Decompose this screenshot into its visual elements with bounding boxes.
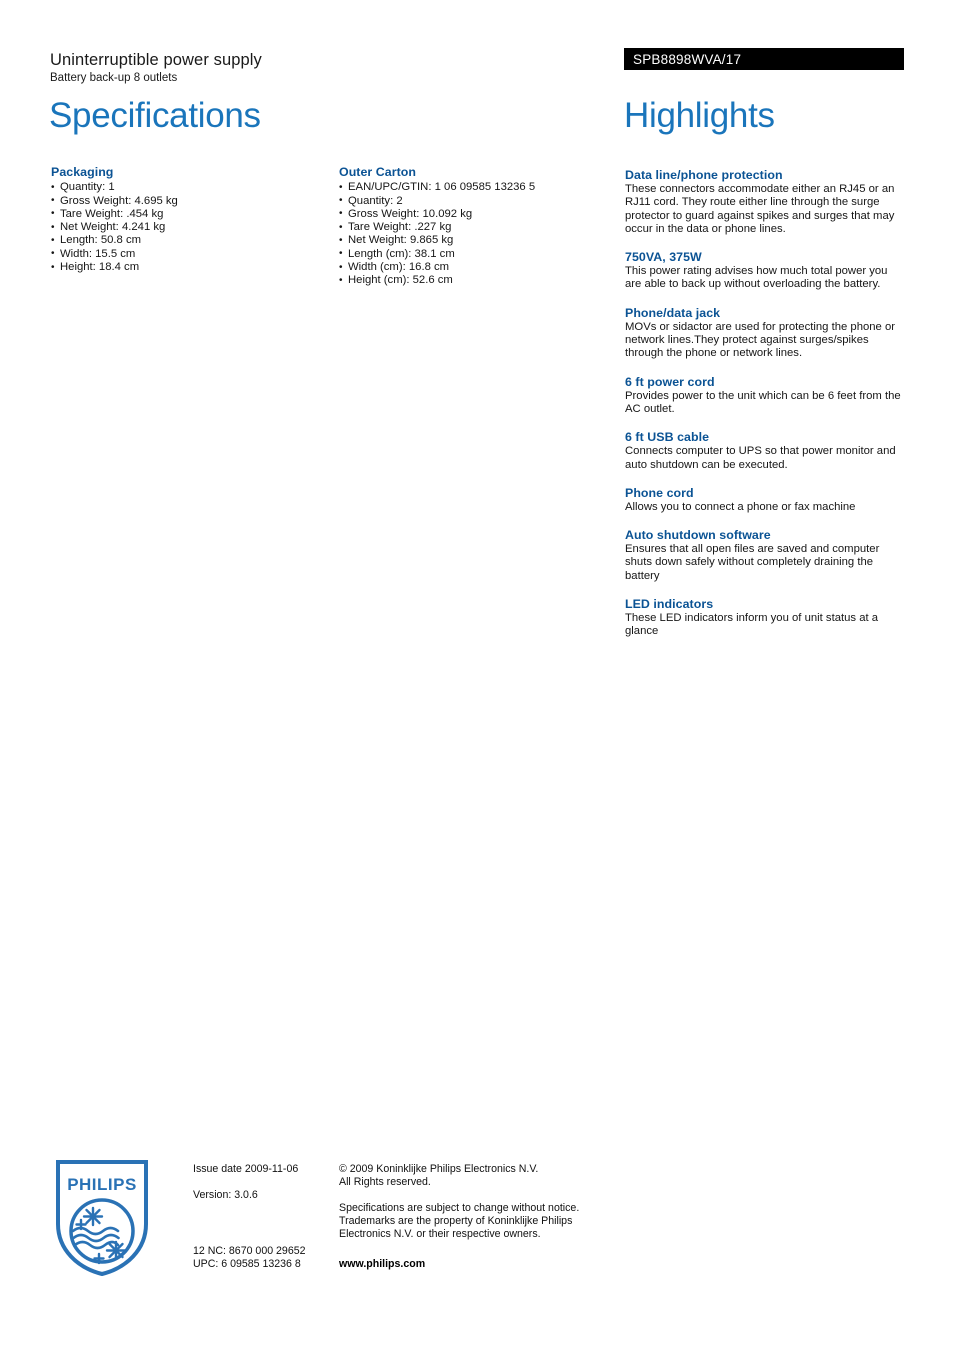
highlight-description: These LED indicators inform you of unit … [625, 612, 879, 638]
disclaimer-line-1: Specifications are subject to change wit… [339, 1202, 580, 1214]
highlight-description: Ensures that all open files are saved an… [625, 543, 880, 582]
highlights-section: Data line/phone protection These connect… [625, 168, 906, 653]
highlight-description: Allows you to connect a phone or fax mac… [625, 500, 856, 513]
website-link[interactable]: www.philips.com [339, 1258, 425, 1270]
highlight-title: 6 ft USB cable [625, 430, 710, 445]
footer-product-codes: 12 NC: 8670 000 29652 UPC: 6 09585 13236… [193, 1245, 343, 1271]
highlight-title: Phone cord [625, 485, 694, 500]
list-item: EAN/UPC/GTIN: 1 06 09585 13236 5 [339, 181, 609, 195]
list-item: Height: 18.4 cm [51, 261, 321, 275]
highlight-title: 750VA, 375W [625, 250, 702, 265]
highlight-item: LED indicators These LED indicators info… [625, 597, 906, 639]
disclaimer-line-2: Trademarks are the property of Koninklij… [339, 1215, 573, 1227]
specifications-title: Specifications [49, 96, 261, 135]
version: Version: 3.0.6 [193, 1189, 258, 1201]
highlight-description: These connectors accommodate either an R… [625, 183, 895, 235]
packaging-section: Packaging Quantity: 1 Gross Weight: 4.69… [51, 165, 321, 274]
footer-legal: © 2009 Koninklijke Philips Electronics N… [339, 1163, 599, 1241]
highlight-item: Phone cord Allows you to connect a phone… [625, 486, 906, 514]
packaging-list: Quantity: 1 Gross Weight: 4.695 kg Tare … [51, 181, 321, 274]
disclaimer-line-3: Electronics N.V. or their respective own… [339, 1228, 541, 1240]
highlight-item: 6 ft power cord Provides power to the un… [625, 375, 906, 417]
copyright-line-1: © 2009 Koninklijke Philips Electronics N… [339, 1163, 539, 1175]
list-item: Height (cm): 52.6 cm [339, 274, 609, 288]
list-item: Gross Weight: 4.695 kg [51, 194, 321, 208]
highlight-title: Phone/data jack [625, 305, 721, 320]
issue-date: Issue date 2009-11-06 [193, 1163, 299, 1175]
list-item: Width (cm): 16.8 cm [339, 261, 609, 275]
copyright-line-2: All Rights reserved. [339, 1176, 431, 1188]
list-item: Net Weight: 4.241 kg [51, 221, 321, 235]
upc-code: UPC: 6 09585 13236 8 [193, 1258, 301, 1270]
list-item: Gross Weight: 10.092 kg [339, 207, 609, 221]
highlight-item: Phone/data jack MOVs or sidactor are use… [625, 306, 906, 361]
highlight-description: MOVs or sidactor are used for protecting… [625, 320, 896, 360]
highlight-title: Auto shutdown software [625, 528, 771, 543]
svg-text:PHILIPS: PHILIPS [67, 1175, 137, 1194]
highlight-title: LED indicators [625, 597, 714, 612]
list-item: Net Weight: 9.865 kg [339, 234, 609, 248]
highlight-item: Auto shutdown software Ensures that all … [625, 528, 906, 583]
list-item: Length (cm): 38.1 cm [339, 247, 609, 261]
highlight-title: Data line/phone protection [625, 168, 783, 182]
highlight-item: 750VA, 375W This power rating advises ho… [625, 250, 906, 292]
datasheet-page: Uninterruptible power supply Battery bac… [0, 0, 954, 1350]
highlight-title: 6 ft power cord [625, 374, 715, 389]
product-code-badge: SPB8898WVA/17 [624, 48, 904, 70]
packaging-heading: Packaging [51, 165, 114, 179]
footer-issue-info: Issue date 2009-11-06 Version: 3.0.6 [193, 1163, 333, 1202]
highlight-item: Data line/phone protection These connect… [625, 168, 906, 236]
highlight-description: Connects computer to UPS so that power m… [625, 445, 896, 471]
list-item: Quantity: 2 [339, 194, 609, 208]
highlight-description: This power rating advises how much total… [625, 265, 888, 291]
nc-code: 12 NC: 8670 000 29652 [193, 1245, 306, 1257]
philips-logo: PHILIPS [54, 1158, 150, 1278]
highlight-item: 6 ft USB cable Connects computer to UPS … [625, 430, 906, 472]
page-title: Uninterruptible power supply [50, 51, 262, 69]
outer-carton-heading: Outer Carton [339, 165, 417, 179]
list-item: Quantity: 1 [51, 181, 321, 195]
list-item: Width: 15.5 cm [51, 247, 321, 261]
product-subtitle: Battery back-up 8 outlets [50, 72, 178, 84]
list-item: Tare Weight: .227 kg [339, 221, 609, 235]
outer-carton-section: Outer Carton EAN/UPC/GTIN: 1 06 09585 13… [339, 165, 609, 288]
product-code-text: SPB8898WVA/17 [633, 51, 742, 67]
highlight-description: Provides power to the unit which can be … [625, 389, 901, 415]
list-item: Length: 50.8 cm [51, 234, 321, 248]
list-item: Tare Weight: .454 kg [51, 207, 321, 221]
highlights-title: Highlights [624, 96, 775, 135]
outer-carton-list: EAN/UPC/GTIN: 1 06 09585 13236 5 Quantit… [339, 181, 609, 288]
